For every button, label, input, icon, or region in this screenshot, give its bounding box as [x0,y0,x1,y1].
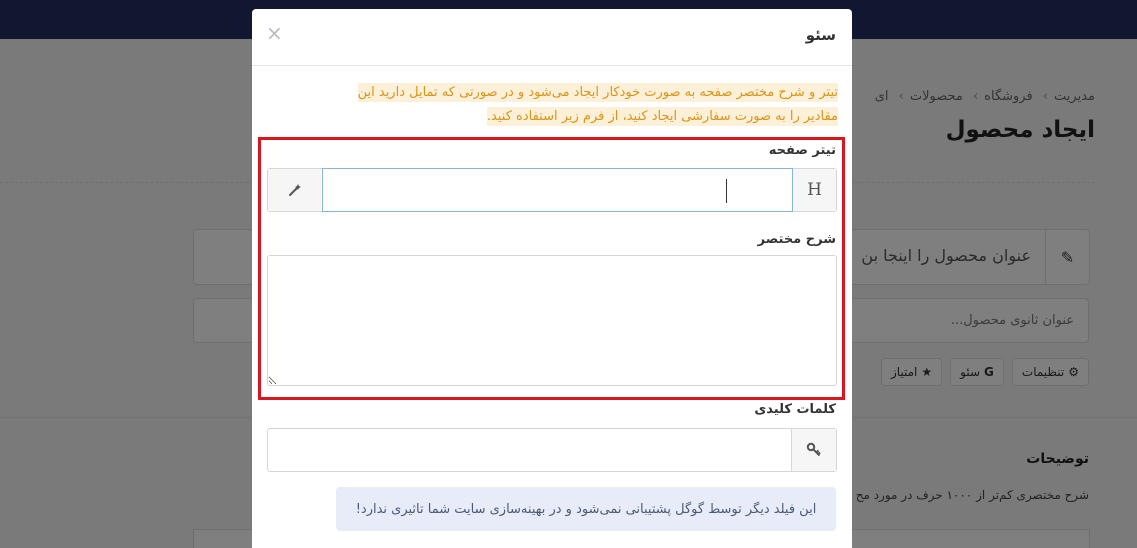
auto-generation-notice: تیتر و شرح مختصر صفحه به صورت خودکار ایج… [306,81,838,129]
key-icon [791,429,836,471]
modal-header: سئو × [252,9,852,66]
close-icon[interactable]: × [266,21,283,45]
keywords-info-alert: این فیلد دیگر توسط گوگل پشتیبانی نمی‌شود… [336,487,836,531]
short-description-label: شرح مختصر [757,232,836,247]
modal-title: سئو [805,26,836,44]
short-description-textarea[interactable] [267,255,837,386]
magic-wand-button[interactable] [268,169,321,211]
magic-wand-icon [288,184,301,196]
page-title-group: H [267,168,837,212]
seo-modal: سئو × تیتر و شرح مختصر صفحه به صورت خودک… [252,9,852,548]
keywords-input[interactable] [268,428,792,472]
key-icon-svg [806,442,821,457]
notice-line-1: تیتر و شرح مختصر صفحه به صورت خودکار ایج… [357,83,838,102]
notice-line-2: مقادیر را به صورت سفارشی ایجاد کنید، از … [486,107,838,126]
text-cursor [726,179,727,203]
page-title-label: تیتر صفحه [768,143,836,158]
page-title-input[interactable] [322,168,793,212]
keywords-group [267,428,837,472]
heading-icon: H [792,169,836,211]
keywords-label: کلمات کلیدی [754,402,836,417]
